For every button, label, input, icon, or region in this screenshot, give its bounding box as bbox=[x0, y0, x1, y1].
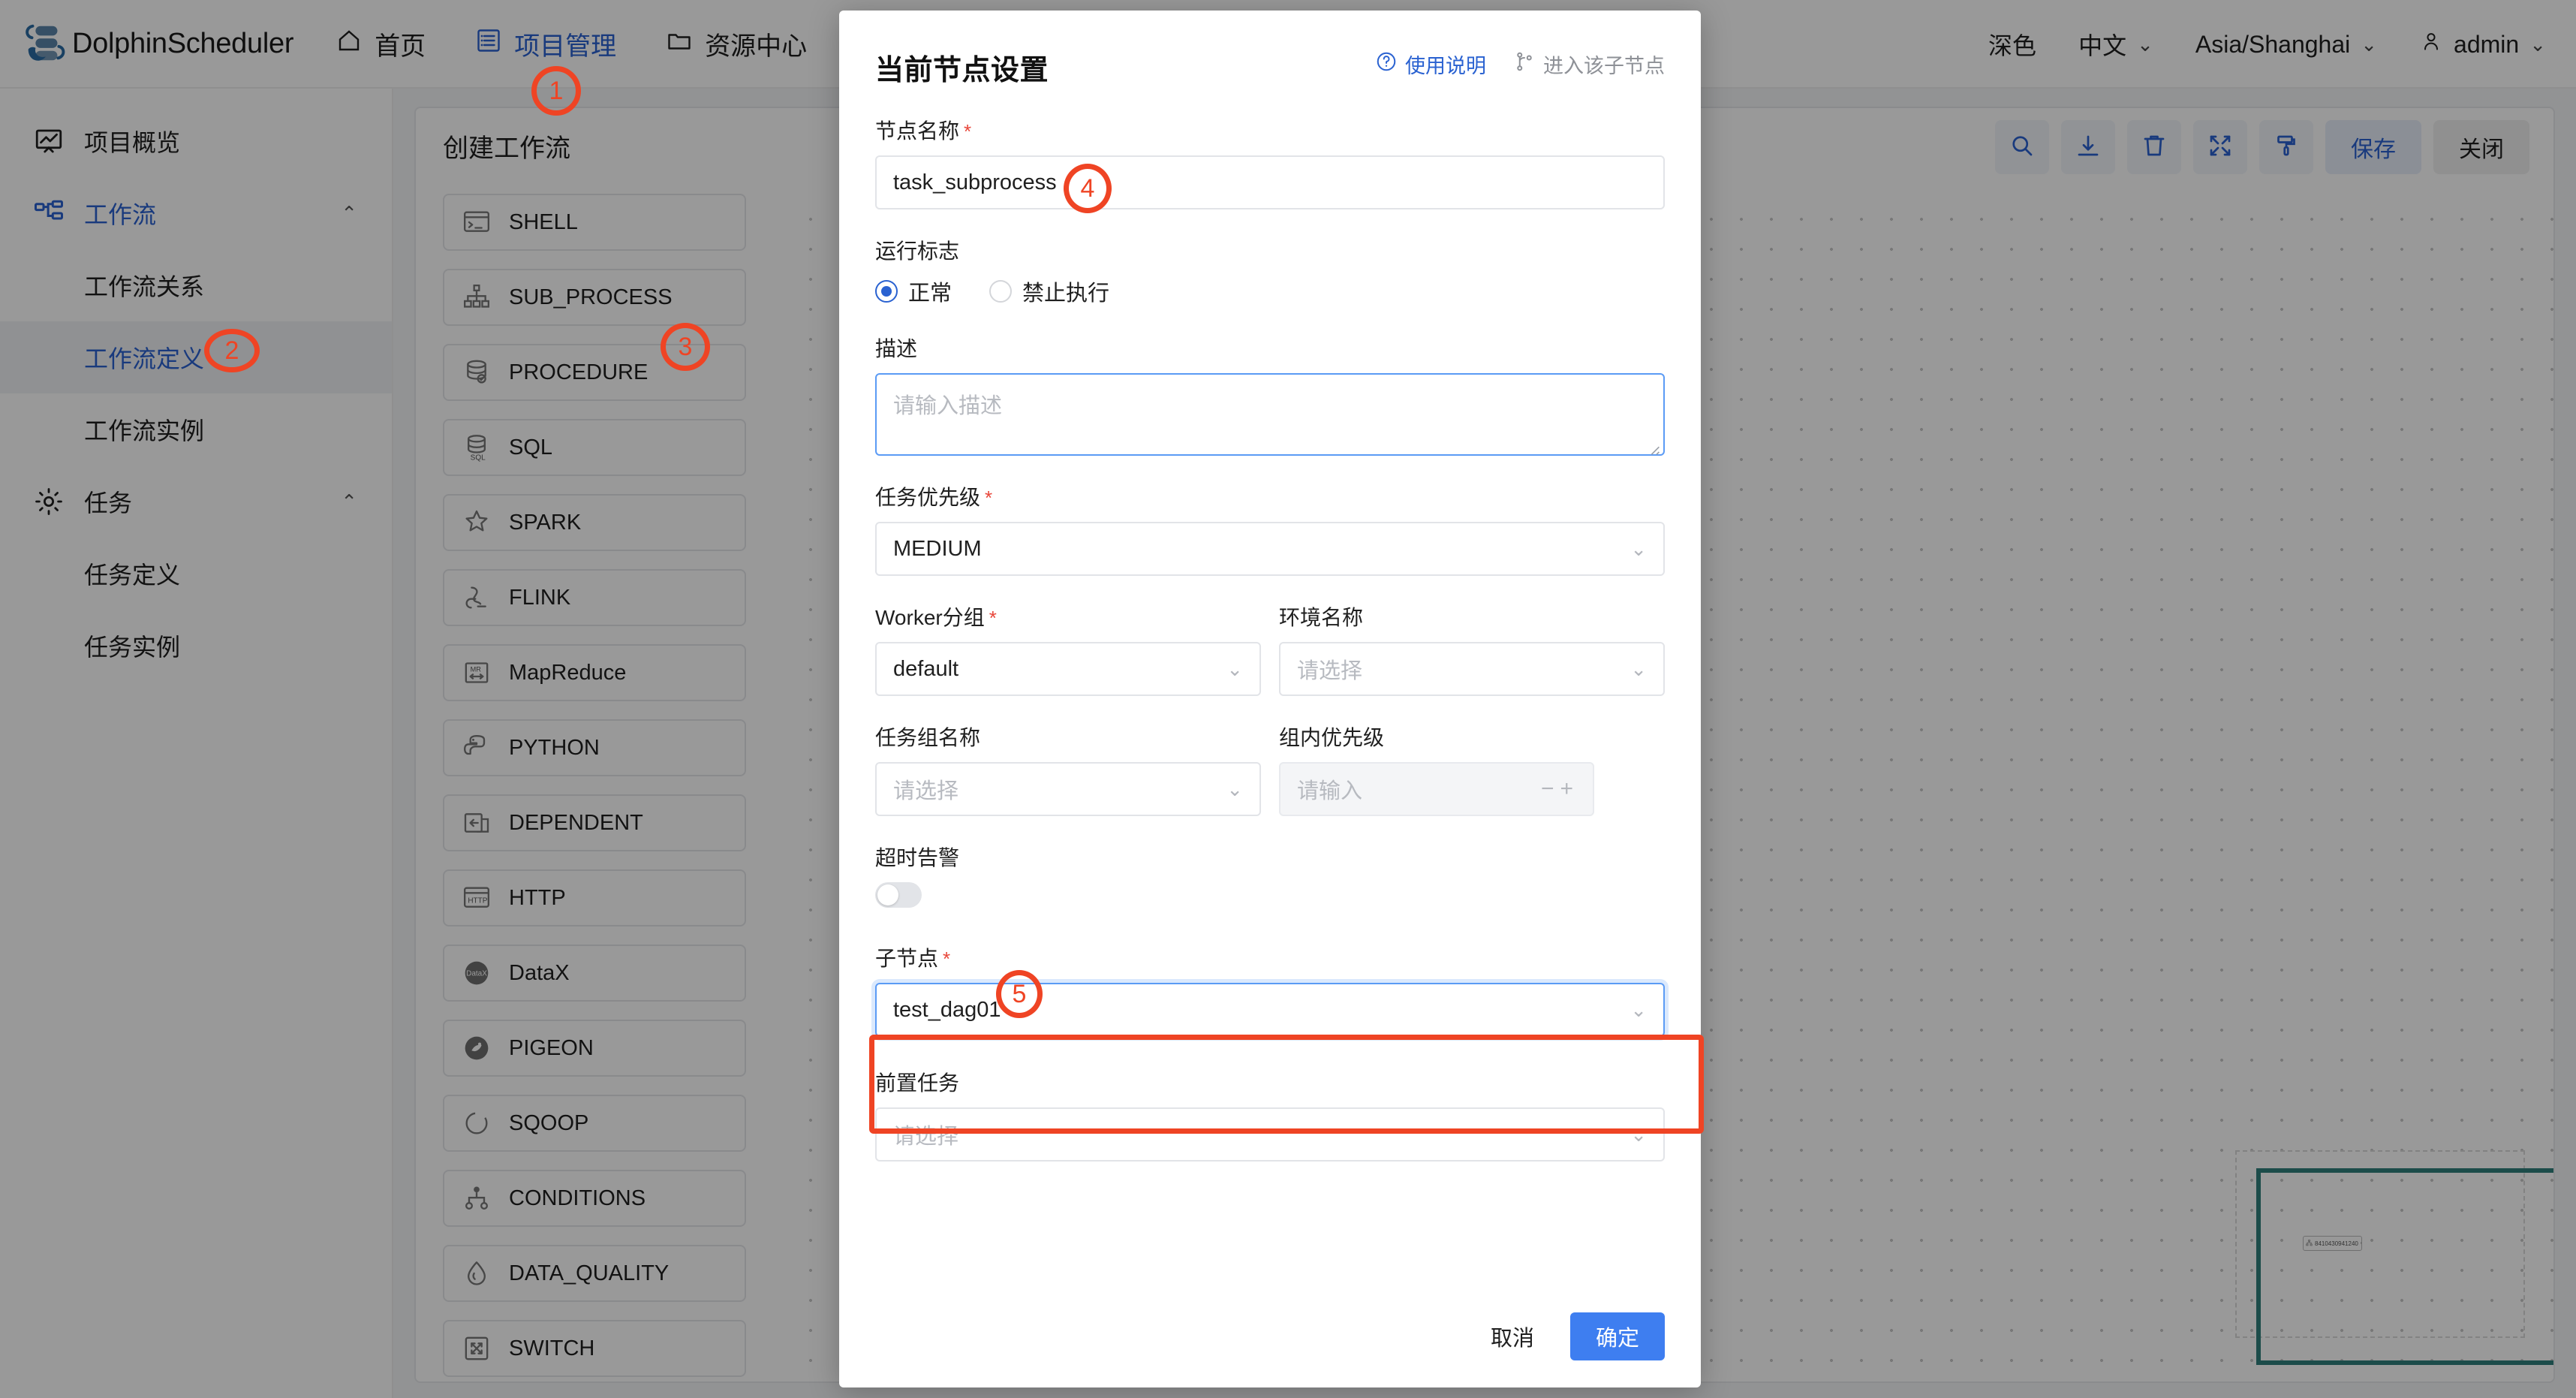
dialog-body: 节点名称 * task_subprocess 运行标志 正常 禁止执行 描述 请… bbox=[839, 88, 1701, 1312]
required-mark: * bbox=[943, 948, 951, 970]
run-flag-radio-group: 正常 禁止执行 bbox=[875, 276, 1665, 307]
field-worker-group: Worker分组 * default ⌄ bbox=[875, 601, 1261, 696]
task-group-name-select[interactable]: 请选择 ⌄ bbox=[875, 762, 1261, 816]
radio-forbidden[interactable]: 禁止执行 bbox=[989, 276, 1109, 307]
description-textarea[interactable]: 请输入描述 bbox=[875, 373, 1665, 456]
dialog-footer: 取消 确定 bbox=[839, 1312, 1701, 1387]
node-name-input[interactable]: task_subprocess bbox=[875, 155, 1665, 209]
radio-dot bbox=[989, 280, 1013, 303]
chevron-down-icon: ⌄ bbox=[1630, 1122, 1647, 1146]
chevron-down-icon: ⌄ bbox=[1226, 657, 1243, 680]
worker-group-select[interactable]: default ⌄ bbox=[875, 642, 1261, 696]
row-taskgroup-priority: 任务组名称 请选择 ⌄ 组内优先级 请输入 −+ bbox=[875, 722, 1665, 842]
chevron-down-icon: ⌄ bbox=[1630, 537, 1647, 560]
timeout-alarm-toggle[interactable] bbox=[875, 882, 922, 908]
pre-task-placeholder: 请选择 bbox=[893, 1125, 959, 1149]
field-description: 描述 请输入描述 bbox=[875, 333, 1665, 456]
field-task-priority: 任务优先级 * MEDIUM ⌄ bbox=[875, 481, 1665, 576]
label-text: Worker分组 bbox=[875, 606, 985, 629]
stepper-controls-icon[interactable]: −+ bbox=[1541, 776, 1579, 802]
chevron-down-icon: ⌄ bbox=[1630, 998, 1647, 1021]
field-child-node: 子节点 * test_dag01 ⌄ bbox=[875, 942, 1665, 1037]
branch-icon bbox=[1513, 50, 1536, 78]
label-environment-name: 环境名称 bbox=[1279, 606, 1364, 629]
label-task-priority: 任务优先级 * bbox=[875, 481, 1665, 511]
required-mark: * bbox=[964, 120, 972, 143]
radio-label: 正常 bbox=[908, 282, 952, 306]
cancel-button[interactable]: 取消 bbox=[1471, 1312, 1554, 1360]
task-group-name-placeholder: 请选择 bbox=[893, 779, 959, 803]
label-text: 子节点 bbox=[875, 947, 939, 970]
field-pre-task: 前置任务 请选择 ⌄ bbox=[875, 1067, 1665, 1161]
enter-subnode-label: 进入该子节点 bbox=[1543, 55, 1665, 77]
radio-normal[interactable]: 正常 bbox=[875, 276, 952, 307]
task-priority-select[interactable]: MEDIUM ⌄ bbox=[875, 522, 1665, 576]
node-name-value: task_subprocess bbox=[893, 170, 1057, 194]
required-mark: * bbox=[985, 487, 993, 509]
label-text: 节点名称 bbox=[875, 119, 960, 143]
help-link-label: 使用说明 bbox=[1405, 55, 1486, 77]
chevron-down-icon: ⌄ bbox=[1630, 657, 1647, 680]
task-priority-value: MEDIUM bbox=[893, 536, 982, 561]
label-task-group-name: 任务组名称 bbox=[875, 726, 981, 749]
field-timeout-alarm: 超时告警 bbox=[875, 842, 1665, 908]
radio-dot-selected bbox=[875, 280, 898, 303]
label-pre-task: 前置任务 bbox=[875, 1071, 960, 1095]
label-text: 任务优先级 bbox=[875, 486, 981, 509]
child-node-value: test_dag01 bbox=[893, 997, 1001, 1022]
dialog-header-actions: 使用说明 进入该子节点 bbox=[1375, 50, 1665, 79]
label-group-priority: 组内优先级 bbox=[1279, 726, 1385, 749]
help-link[interactable]: 使用说明 bbox=[1375, 50, 1486, 79]
description-placeholder: 请输入描述 bbox=[893, 394, 1003, 418]
label-worker-group: Worker分组 * bbox=[875, 601, 1261, 631]
question-circle-icon bbox=[1375, 50, 1398, 78]
field-task-group-name: 任务组名称 请选择 ⌄ bbox=[875, 722, 1261, 816]
label-description: 描述 bbox=[875, 337, 918, 360]
chevron-down-icon: ⌄ bbox=[1226, 777, 1243, 800]
group-priority-placeholder: 请输入 bbox=[1297, 779, 1363, 803]
dialog-title: 当前节点设置 bbox=[875, 55, 1049, 86]
field-group-priority: 组内优先级 请输入 −+ bbox=[1279, 722, 1665, 816]
field-environment-name: 环境名称 请选择 ⌄ bbox=[1279, 601, 1665, 696]
dialog-header: 当前节点设置 使用说明 进入该子节点 bbox=[839, 11, 1701, 88]
pre-task-select[interactable]: 请选择 ⌄ bbox=[875, 1107, 1665, 1161]
worker-group-value: default bbox=[893, 656, 959, 681]
label-timeout-alarm: 超时告警 bbox=[875, 846, 960, 869]
environment-name-select[interactable]: 请选择 ⌄ bbox=[1279, 642, 1665, 696]
group-priority-stepper[interactable]: 请输入 −+ bbox=[1279, 762, 1594, 816]
enter-subnode-link[interactable]: 进入该子节点 bbox=[1513, 50, 1665, 79]
radio-label: 禁止执行 bbox=[1022, 282, 1110, 306]
confirm-button[interactable]: 确定 bbox=[1569, 1312, 1665, 1360]
label-node-name: 节点名称 * bbox=[875, 115, 1665, 145]
label-run-flag: 运行标志 bbox=[875, 240, 960, 263]
field-run-flag: 运行标志 正常 禁止执行 bbox=[875, 235, 1665, 307]
child-node-select[interactable]: test_dag01 ⌄ bbox=[875, 983, 1665, 1037]
row-worker-environment: Worker分组 * default ⌄ 环境名称 请选择 ⌄ bbox=[875, 601, 1665, 722]
required-mark: * bbox=[989, 607, 997, 629]
resize-handle-icon[interactable] bbox=[1645, 437, 1660, 455]
label-child-node: 子节点 * bbox=[875, 942, 1665, 972]
environment-name-placeholder: 请选择 bbox=[1297, 659, 1363, 683]
node-settings-dialog: 当前节点设置 使用说明 进入该子节点 节点名称 * task_subproces… bbox=[839, 11, 1701, 1387]
field-node-name: 节点名称 * task_subprocess bbox=[875, 115, 1665, 209]
